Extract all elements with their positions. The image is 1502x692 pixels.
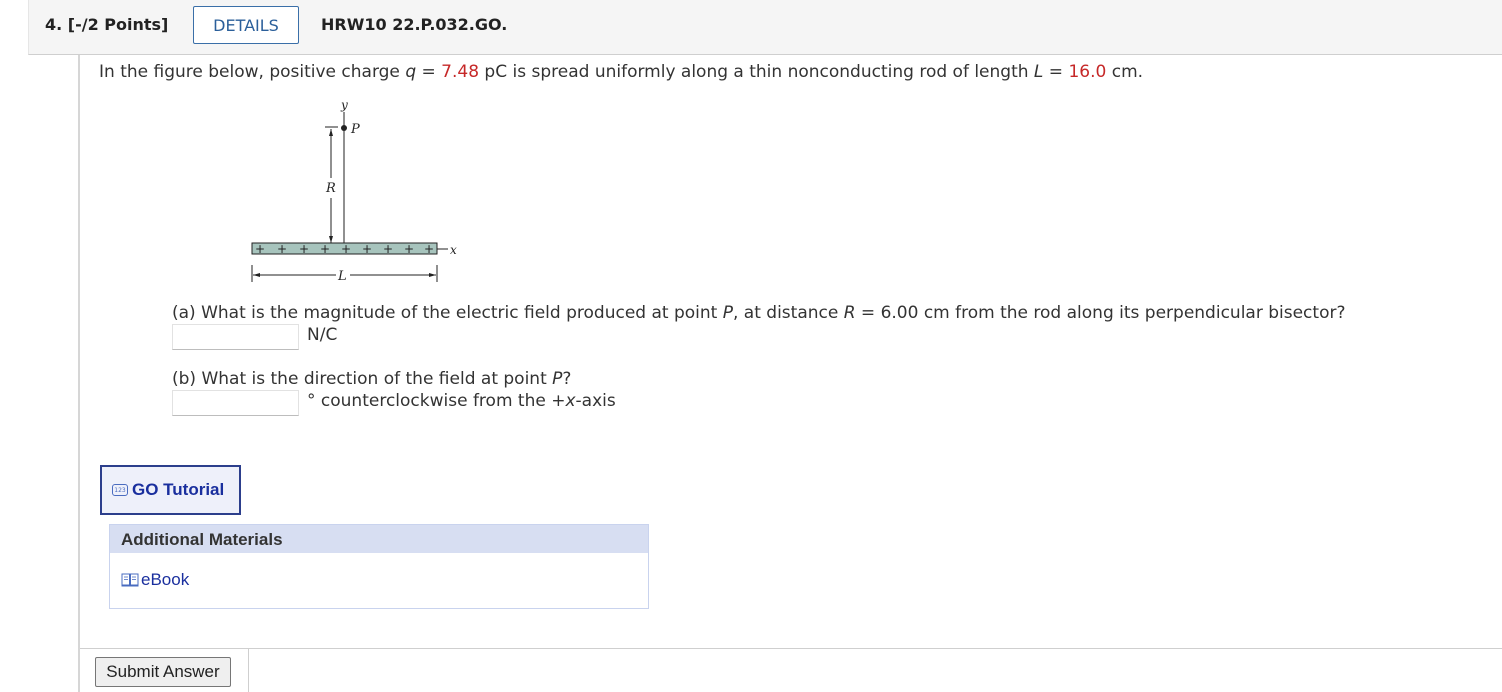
go-tutorial-label: GO Tutorial xyxy=(132,480,225,499)
svg-text:+: + xyxy=(320,242,330,256)
svg-text:+: + xyxy=(383,242,393,256)
figure-y-label: y xyxy=(340,98,348,112)
svg-text:+: + xyxy=(277,242,287,256)
figure-x-label: x xyxy=(450,243,457,257)
length-value: 16.0 xyxy=(1068,62,1107,82)
figure-p-label: P xyxy=(350,122,360,137)
svg-text:+: + xyxy=(424,242,434,256)
figure-l-label: L xyxy=(337,269,347,284)
svg-text:+: + xyxy=(341,242,351,256)
ebook-link[interactable]: eBook xyxy=(121,570,189,590)
go-tutorial-button[interactable]: 123 GO Tutorial xyxy=(100,465,241,515)
left-divider xyxy=(78,55,80,692)
charge-value: 7.48 xyxy=(441,62,480,82)
svg-text:+: + xyxy=(362,242,372,256)
part-b-question: (b) What is the direction of the field a… xyxy=(172,369,572,389)
svg-text:+: + xyxy=(255,242,265,256)
additional-materials-panel: Additional Materials eBook xyxy=(109,524,649,609)
part-a-answer-input[interactable] xyxy=(172,324,299,350)
submit-area: Submit Answer xyxy=(80,649,249,692)
part-b-unit: ° counterclockwise from the +x-axis xyxy=(307,391,616,411)
part-a-question: (a) What is the magnitude of the electri… xyxy=(172,303,1346,323)
problem-code: HRW10 22.P.032.GO. xyxy=(321,15,508,34)
points-label: 4. [-/2 Points] xyxy=(45,15,169,34)
part-b-answer-input[interactable] xyxy=(172,390,299,416)
details-button[interactable]: DETAILS xyxy=(193,6,299,44)
additional-materials-heading: Additional Materials xyxy=(110,525,648,553)
svg-text:+: + xyxy=(404,242,414,256)
submit-answer-button[interactable]: Submit Answer xyxy=(95,657,231,687)
svg-text:+: + xyxy=(299,242,309,256)
figure-r-label: R xyxy=(325,181,336,196)
footer-divider xyxy=(80,648,1502,649)
book-icon xyxy=(121,573,139,587)
tutorial-icon: 123 xyxy=(112,484,128,496)
point-p xyxy=(341,125,347,131)
ebook-label: eBook xyxy=(141,570,190,589)
part-a-unit: N/C xyxy=(307,325,338,345)
rod-figure: y P R + + + + + + + + + x L xyxy=(240,98,470,288)
problem-statement: In the figure below, positive charge q =… xyxy=(99,62,1144,82)
question-header: 4. [-/2 Points] DETAILS HRW10 22.P.032.G… xyxy=(28,0,1502,55)
